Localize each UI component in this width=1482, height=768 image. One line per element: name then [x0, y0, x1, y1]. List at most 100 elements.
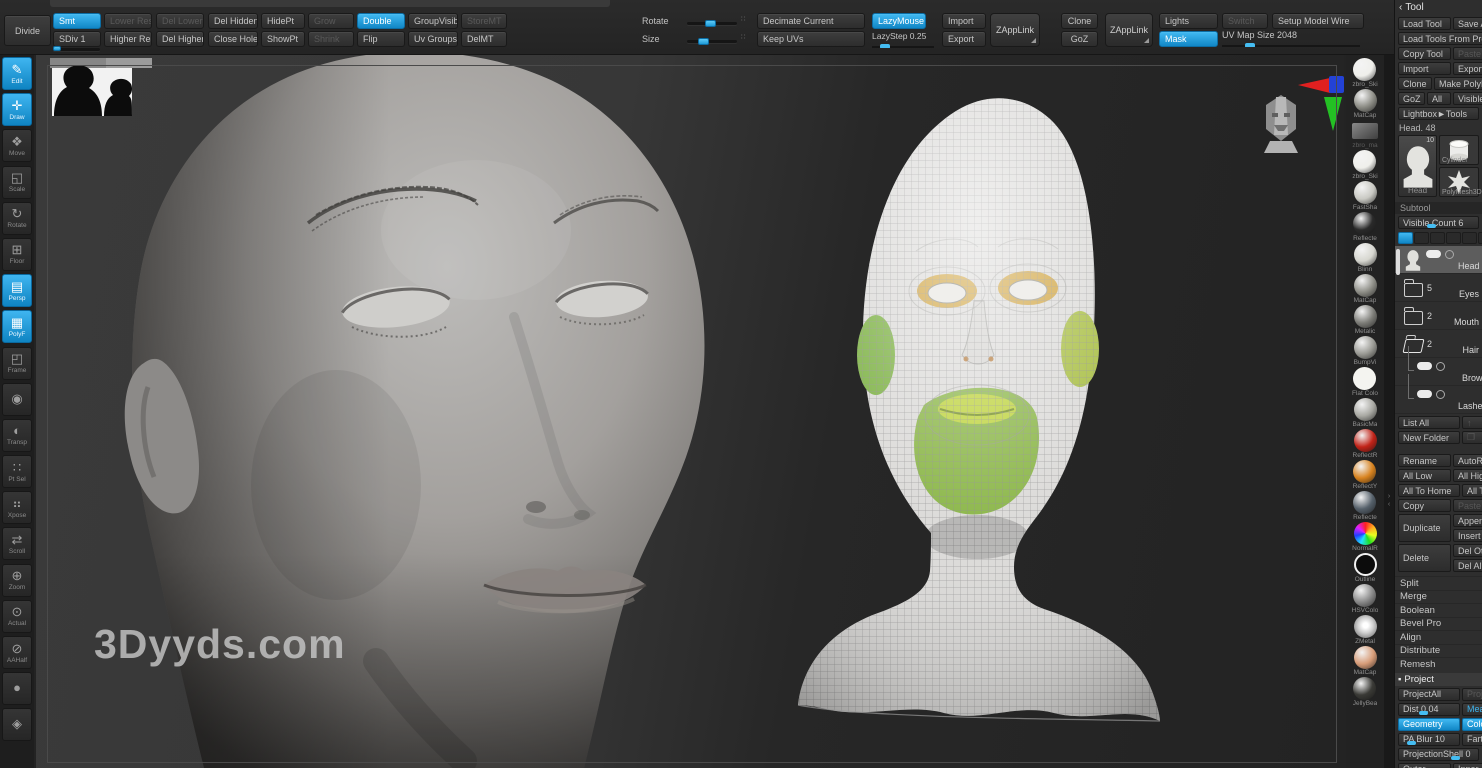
dist-slider[interactable]: Dist 0.04 [1398, 702, 1460, 716]
material-swatch[interactable]: MatCap [1353, 89, 1377, 119]
shrink-button[interactable]: Shrink [308, 31, 354, 47]
keep-uvs-button[interactable]: Keep UVs [757, 31, 865, 47]
move-up-button[interactable]: ↑ [1462, 416, 1482, 429]
scroll-hand-button[interactable]: ⇄ Scroll [2, 527, 32, 561]
clone-tool-button[interactable]: Clone [1398, 77, 1432, 90]
eye-toggle-icon[interactable] [1436, 390, 1445, 399]
lower-res-button[interactable]: Lower Res [104, 13, 152, 29]
material-swatch[interactable]: BumpVi [1353, 336, 1377, 366]
edit-button[interactable]: ✎ Edit [2, 57, 32, 90]
material-swatch[interactable]: zbro_ma [1352, 120, 1378, 149]
sdiv-knob[interactable] [53, 46, 61, 51]
lights-button[interactable]: Lights [1159, 13, 1218, 29]
material-swatch[interactable]: Reflecte [1353, 212, 1377, 242]
project-all-button[interactable]: ProjectAll [1398, 687, 1460, 701]
material-swatch[interactable]: Metalic [1353, 305, 1377, 335]
material-swatch[interactable]: JellyBea [1353, 677, 1377, 707]
all-to-button[interactable]: All To [1462, 484, 1482, 497]
material-swatch[interactable]: Reflecte [1353, 491, 1377, 521]
material-swatch[interactable]: BasicMa [1353, 398, 1377, 428]
section-merge[interactable]: Merge [1395, 589, 1482, 604]
pa-blur-slider[interactable]: PA Blur 10 [1398, 732, 1460, 746]
material-swatch[interactable]: zbro_Ski [1352, 150, 1378, 180]
projection-shell-slider[interactable]: ProjectionShell 0 [1398, 747, 1479, 761]
perspective-button[interactable]: ▤ Persp [2, 274, 32, 308]
lightbox-tools-button[interactable]: Lightbox►Tools [1398, 107, 1479, 120]
higher-res-button[interactable]: Higher Res [104, 31, 152, 47]
double-button[interactable]: Double [357, 13, 405, 29]
del-lower-button[interactable]: Del Lower [156, 13, 204, 29]
lazymouse-button[interactable]: LazyMouse [872, 13, 926, 29]
inner-button[interactable]: Inner [1453, 762, 1482, 768]
material-swatch[interactable]: ReflectR [1353, 429, 1377, 459]
point-select-button[interactable]: ∷ Pt Sel [2, 455, 32, 489]
hidept-button[interactable]: HidePt [261, 13, 305, 29]
autorename-button[interactable]: AutoRename [1453, 454, 1482, 467]
size-track[interactable] [687, 40, 737, 43]
paste-subtool-button[interactable]: Paste [1453, 499, 1482, 512]
transparency-button[interactable]: ◐ Transp [2, 418, 32, 452]
decimate-current-button[interactable]: Decimate Current [757, 13, 865, 29]
mask-button[interactable]: Mask [1159, 31, 1218, 47]
material-swatch[interactable]: HSVColo [1352, 584, 1378, 614]
storemt-button[interactable]: StoreMT [461, 13, 507, 29]
size-knob[interactable] [698, 38, 709, 45]
rotate-adjust-icon[interactable]: ∷ [741, 15, 746, 23]
subtool-version-tab[interactable] [1446, 232, 1461, 244]
save-as-button[interactable]: Save As [1453, 17, 1482, 30]
section-distribute[interactable]: Distribute [1395, 643, 1482, 658]
wireframe-head-model[interactable] [776, 85, 1176, 735]
draw-button[interactable]: ✛ Draw [2, 93, 32, 127]
groupvisible-button[interactable]: GroupVisible [408, 13, 458, 29]
actual-size-button[interactable]: ⊙ Actual [2, 599, 32, 633]
all-button[interactable]: All [1427, 92, 1451, 105]
subtool-version-tab[interactable] [1430, 232, 1445, 244]
visibility-toggle-icon[interactable] [1426, 250, 1441, 258]
visibility-toggle-icon[interactable] [1417, 390, 1432, 398]
rotate-button[interactable]: ↻ Rotate [2, 201, 32, 235]
mean-button[interactable]: Mean [1462, 702, 1482, 716]
rotate-knob[interactable] [705, 20, 716, 27]
switch-button[interactable]: Switch [1222, 13, 1268, 29]
uv-map-size-slider[interactable]: UV Map Size 2048 [1222, 30, 1364, 47]
material-swatch[interactable]: Outline [1353, 553, 1377, 583]
paste-tool-button[interactable]: Paste Tool [1453, 47, 1482, 60]
tool-thumb-polymesh[interactable]: PolyMesh3D [1439, 167, 1482, 197]
visible-count-slider[interactable]: Visible Count 6 [1398, 216, 1479, 229]
all-low-button[interactable]: All Low [1398, 469, 1451, 482]
import-tool-button[interactable]: Import [1398, 62, 1451, 75]
rename-button[interactable]: Rename [1398, 454, 1451, 467]
gyro-button[interactable]: ◈ [2, 708, 32, 742]
subtool-item-mouth[interactable]: 2 Mouth [1395, 302, 1482, 330]
showpt-button[interactable]: ShowPt [261, 31, 305, 47]
clone-button[interactable]: Clone [1061, 13, 1098, 29]
import-button[interactable]: Import [942, 13, 986, 29]
tool-palette-header[interactable]: ‹ Tool [1395, 0, 1482, 15]
viewport-canvas[interactable]: 3Dyyds.com [36, 55, 1344, 768]
subtool-item-lashes[interactable]: Lashes [1395, 374, 1482, 414]
load-tools-from-project-button[interactable]: Load Tools From Project [1398, 32, 1482, 45]
make-polymesh-button[interactable]: Make PolyMesh3D [1434, 77, 1482, 90]
outer-button[interactable]: Outer [1398, 762, 1451, 768]
subtool-item-eyes[interactable]: 5 Eyes [1395, 274, 1482, 302]
material-sphere-button[interactable]: ● [2, 672, 32, 706]
material-swatch[interactable]: MatCap [1353, 646, 1377, 676]
zapplink-button-2[interactable]: ZAppLink [1105, 13, 1153, 47]
all-to-home-button[interactable]: All To Home [1398, 484, 1460, 497]
visibility-toggle-icon[interactable] [1417, 362, 1432, 370]
color-button[interactable]: Color [1462, 717, 1482, 731]
tool-thumb-head[interactable]: 10 Head [1398, 135, 1437, 197]
eye-toggle-icon[interactable] [1445, 250, 1454, 259]
sdiv-slider[interactable]: SDiv 1 [53, 31, 101, 47]
zoom-button[interactable]: ⊕ Zoom [2, 563, 32, 597]
aahalf-button[interactable]: ⊘ AAHalf [2, 636, 32, 669]
subtool-version-tab[interactable] [1478, 232, 1482, 244]
export-button[interactable]: Export [942, 31, 986, 47]
copy-subtool-button[interactable]: Copy [1398, 499, 1451, 512]
new-folder-icon-button[interactable]: ❐ [1462, 431, 1482, 444]
section-remesh[interactable]: Remesh [1395, 657, 1482, 671]
lazystep-slider[interactable]: LazyStep 0.25 [872, 31, 938, 48]
camview-gizmo[interactable] [1264, 95, 1298, 153]
visible-button[interactable]: Visible [1453, 92, 1482, 105]
subtool-version-tab[interactable] [1414, 232, 1429, 244]
